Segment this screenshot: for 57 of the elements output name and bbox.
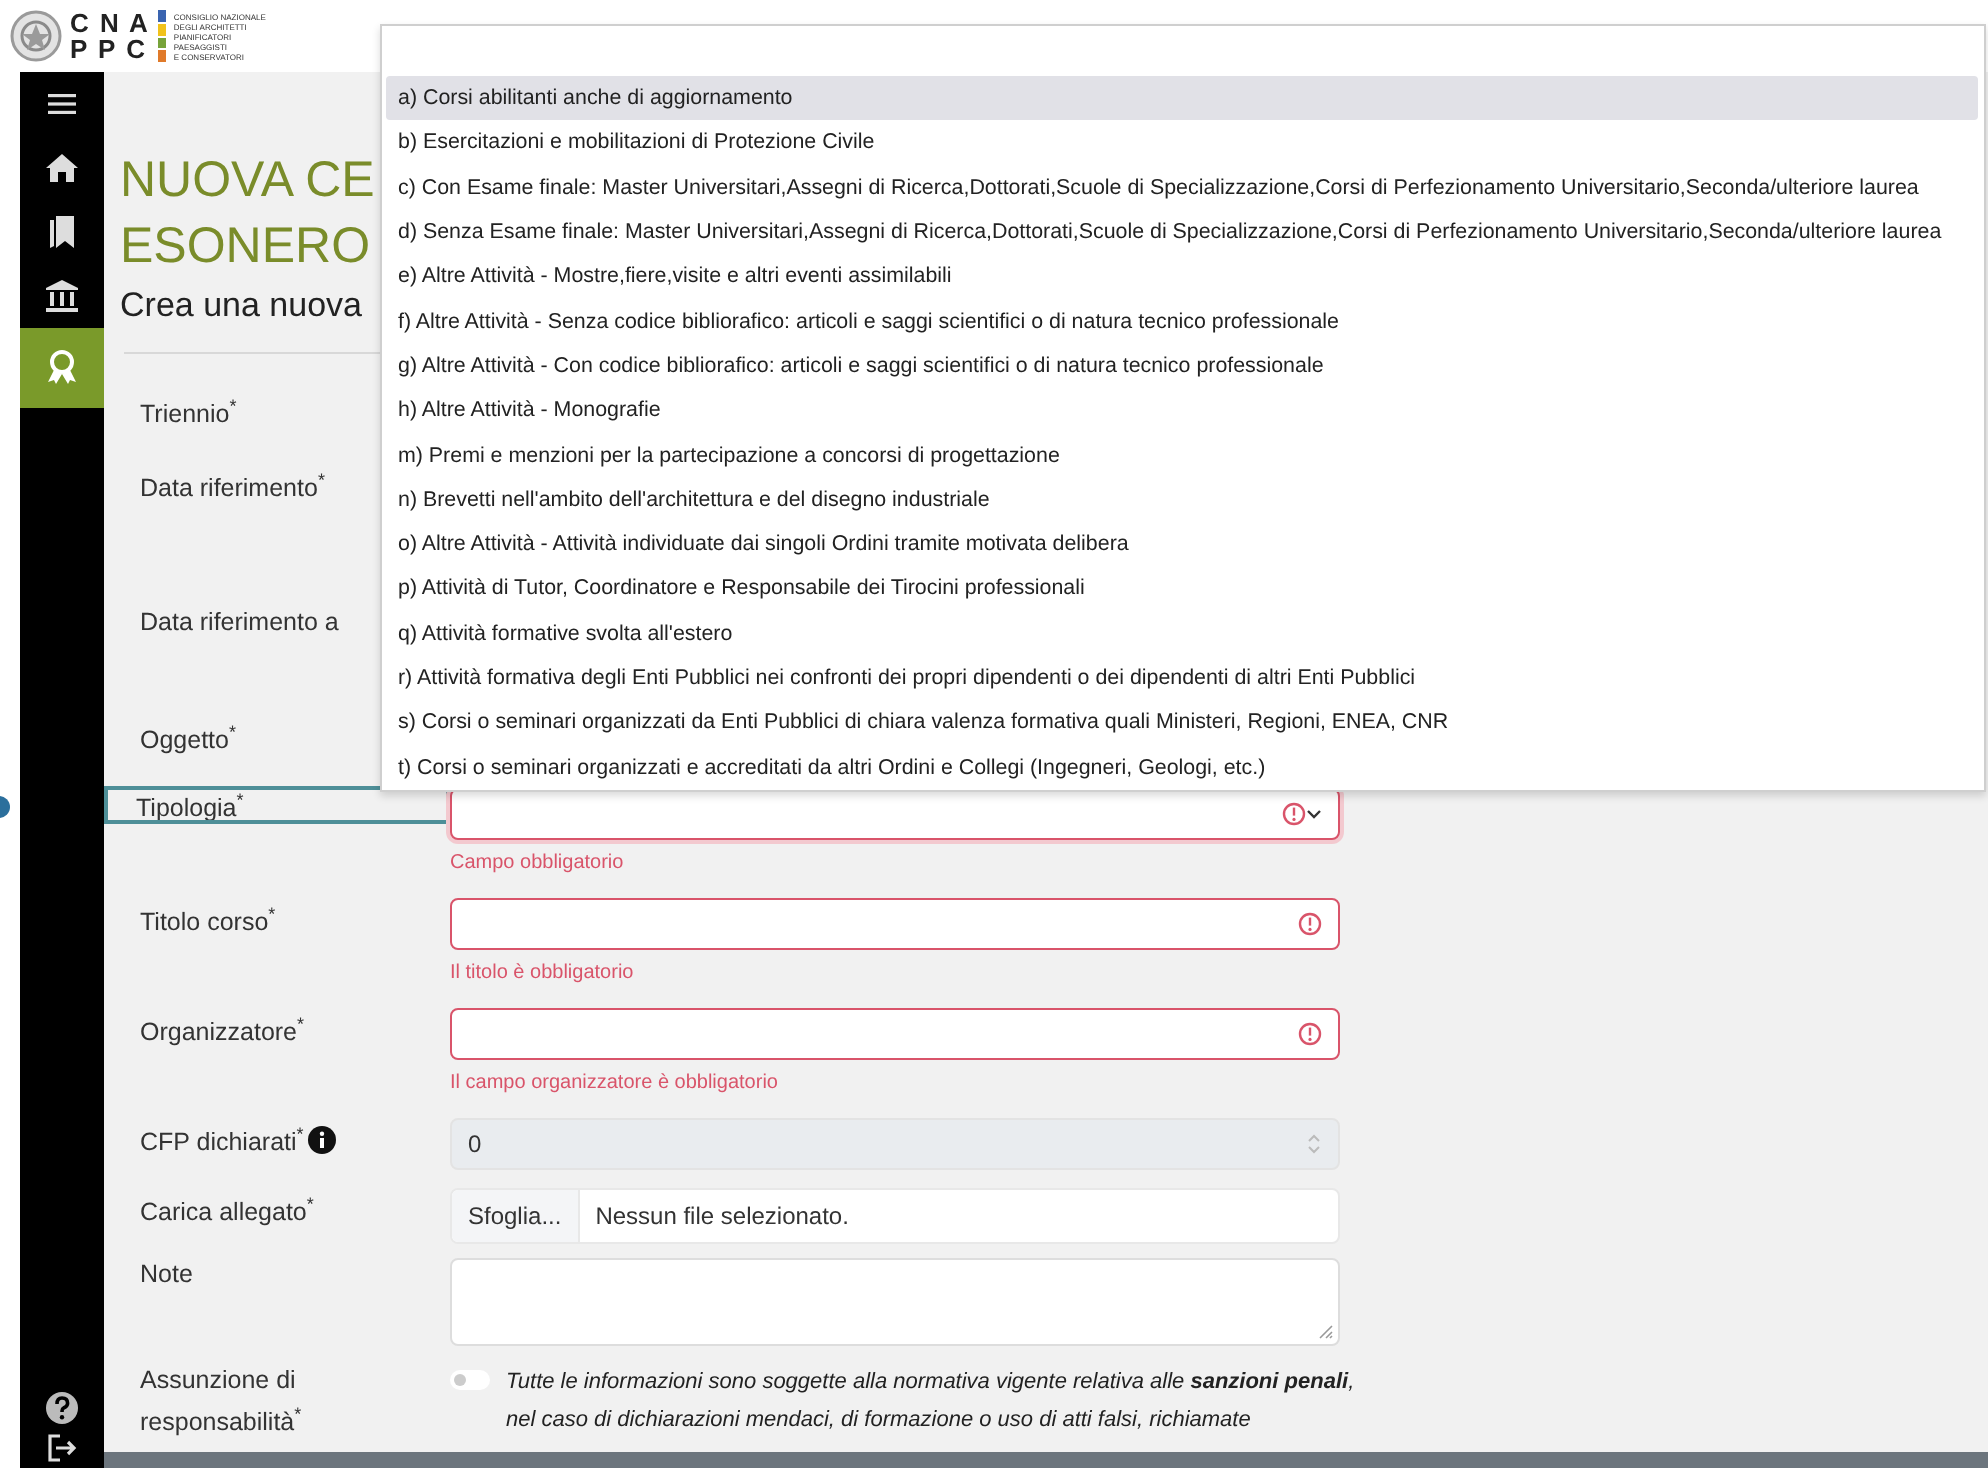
field-label: Titolo corso$^{*}$	[140, 902, 276, 941]
field-label: Assunzione di responsabilità$^{*}$	[140, 1364, 304, 1441]
file-field[interactable]: Sfoglia... Nessun file selezionato.	[450, 1188, 1340, 1244]
browse-button[interactable]: Sfoglia...	[452, 1190, 580, 1242]
field-label: Triennio$^{*}$	[140, 394, 237, 433]
error-message: Il campo organizzatore è obbligatorio	[450, 1072, 780, 1096]
declaration-text: Tutte le informazioni sono soggette alla normativa vigente relativa alle sanzioni penali, nel caso di dichiarazioni mendaci, di formazione o uso di atti falsi, richiamate	[506, 1368, 1357, 1436]
dropdown-option[interactable]: s) Corsi o seminari organizzati da Enti Pubblici di chiara valenza formativa quali Ministeri, Regioni, ENEA, CNR	[386, 700, 1978, 745]
field-label: Note	[140, 1258, 193, 1292]
field-label: Data riferimento a	[140, 606, 339, 640]
dropdown-option[interactable]: n) Brevetti nell'ambito dell'architettura e del disegno industriale	[386, 477, 1978, 522]
dropdown-option[interactable]: c) Con Esame finale: Master Universitari,Assegni di Ricerca,Dottorati,Scuole di Specializzazione,Corsi di Perfezionamento Universitario,Seconda/ulteriore laurea	[386, 165, 1978, 210]
error-message: Il titolo è obbligatorio	[450, 962, 636, 986]
field-label: Organizzatore$^{*}$	[140, 1012, 305, 1051]
help-icon	[44, 1390, 80, 1426]
field-label: CFP dichiarati$^{*}$	[140, 1118, 336, 1161]
dropdown-option[interactable]: g) Altre Attività - Con codice bibliorafico: articoli e saggi scientifici o di natura tecnico professionale	[386, 343, 1978, 389]
dropdown-option[interactable]: q) Attività formative svolta all'estero	[386, 611, 1978, 656]
logout-icon	[44, 1430, 80, 1466]
dropdown-option[interactable]: m) Premi e menzioni per la partecipazione a concorsi di progettazione	[386, 432, 1978, 478]
dropdown-option[interactable]: b) Esercitazioni e mobilitazioni di Protezione Civile	[386, 120, 1978, 166]
input-field[interactable]	[450, 898, 1340, 950]
input-field[interactable]	[450, 1008, 1340, 1060]
dropdown-option[interactable]: p) Attività di Tutor, Coordinatore e Responsabile dei Tirocini professionali	[386, 566, 1978, 612]
dropdown-option[interactable]: d) Senza Esame finale: Master Universitari,Assegni di Ricerca,Dottorati,Scuole di Specializzazione,Corsi di Perfezionamento Universitario,Seconda/ulteriore laurea	[386, 209, 1978, 255]
page-title: NUOVA CE	[120, 150, 375, 212]
chevron-down-icon	[1306, 806, 1322, 822]
color-bars-icon	[157, 10, 166, 62]
home-icon	[44, 150, 80, 186]
resize-grip-icon[interactable]	[1318, 1324, 1334, 1340]
dropdown-option[interactable]: a) Corsi abilitanti anche di aggiornamento	[386, 76, 1978, 121]
dropdown-option[interactable]: e) Altre Attività - Mostre,fiere,visite e altri eventi assimilabili	[386, 254, 1978, 299]
dropdown-option[interactable]: t) Corsi o seminari organizzati e accreditati da altri Ordini e Collegi (Ingegneri, Geologi, etc.)	[386, 744, 1978, 790]
notes-field[interactable]	[450, 1258, 1340, 1346]
bookmarks-icon	[44, 214, 80, 250]
institution-icon	[44, 278, 80, 314]
award-icon	[44, 350, 80, 386]
emblem-icon	[10, 8, 62, 64]
page-subtitle: Crea una nuova	[120, 284, 362, 328]
logo-letters: C N A	[70, 10, 150, 36]
select-field[interactable]	[450, 788, 1340, 840]
dropdown-option[interactable]: o) Altre Attività - Attività individuate dai singoli Ordini tramite motivata delibera	[386, 521, 1978, 567]
error-message: Campo obbligatorio	[450, 852, 626, 876]
dropdown-option[interactable]: f) Altre Attività - Senza codice bibliorafico: articoli e saggi scientifici o di natura tecnico professionale	[386, 298, 1978, 344]
field-label: Carica allegato$^{*}$	[140, 1192, 314, 1231]
error-icon	[1282, 802, 1306, 826]
field-label: Oggetto$^{*}$	[140, 720, 236, 759]
field-label: Data riferimento$^{*}$	[140, 468, 325, 507]
error-icon	[1298, 912, 1322, 936]
dropdown-option[interactable]: h) Altre Attività - Monografie	[386, 388, 1978, 433]
error-icon	[1298, 1022, 1322, 1046]
page-title: ESONERO	[120, 216, 371, 278]
field-label: Tipologia$^{*}$	[104, 786, 450, 824]
logo-letters: P P C	[70, 36, 149, 62]
dropdown-option[interactable]: r) Attività formativa degli Enti Pubblici nei confronti dei propri dipendenti o dei dipendenti di altri Enti Pubblici	[386, 655, 1978, 701]
file-name: Nessun file selezionato.	[593, 1200, 851, 1234]
toggle-switch[interactable]	[450, 1370, 490, 1390]
